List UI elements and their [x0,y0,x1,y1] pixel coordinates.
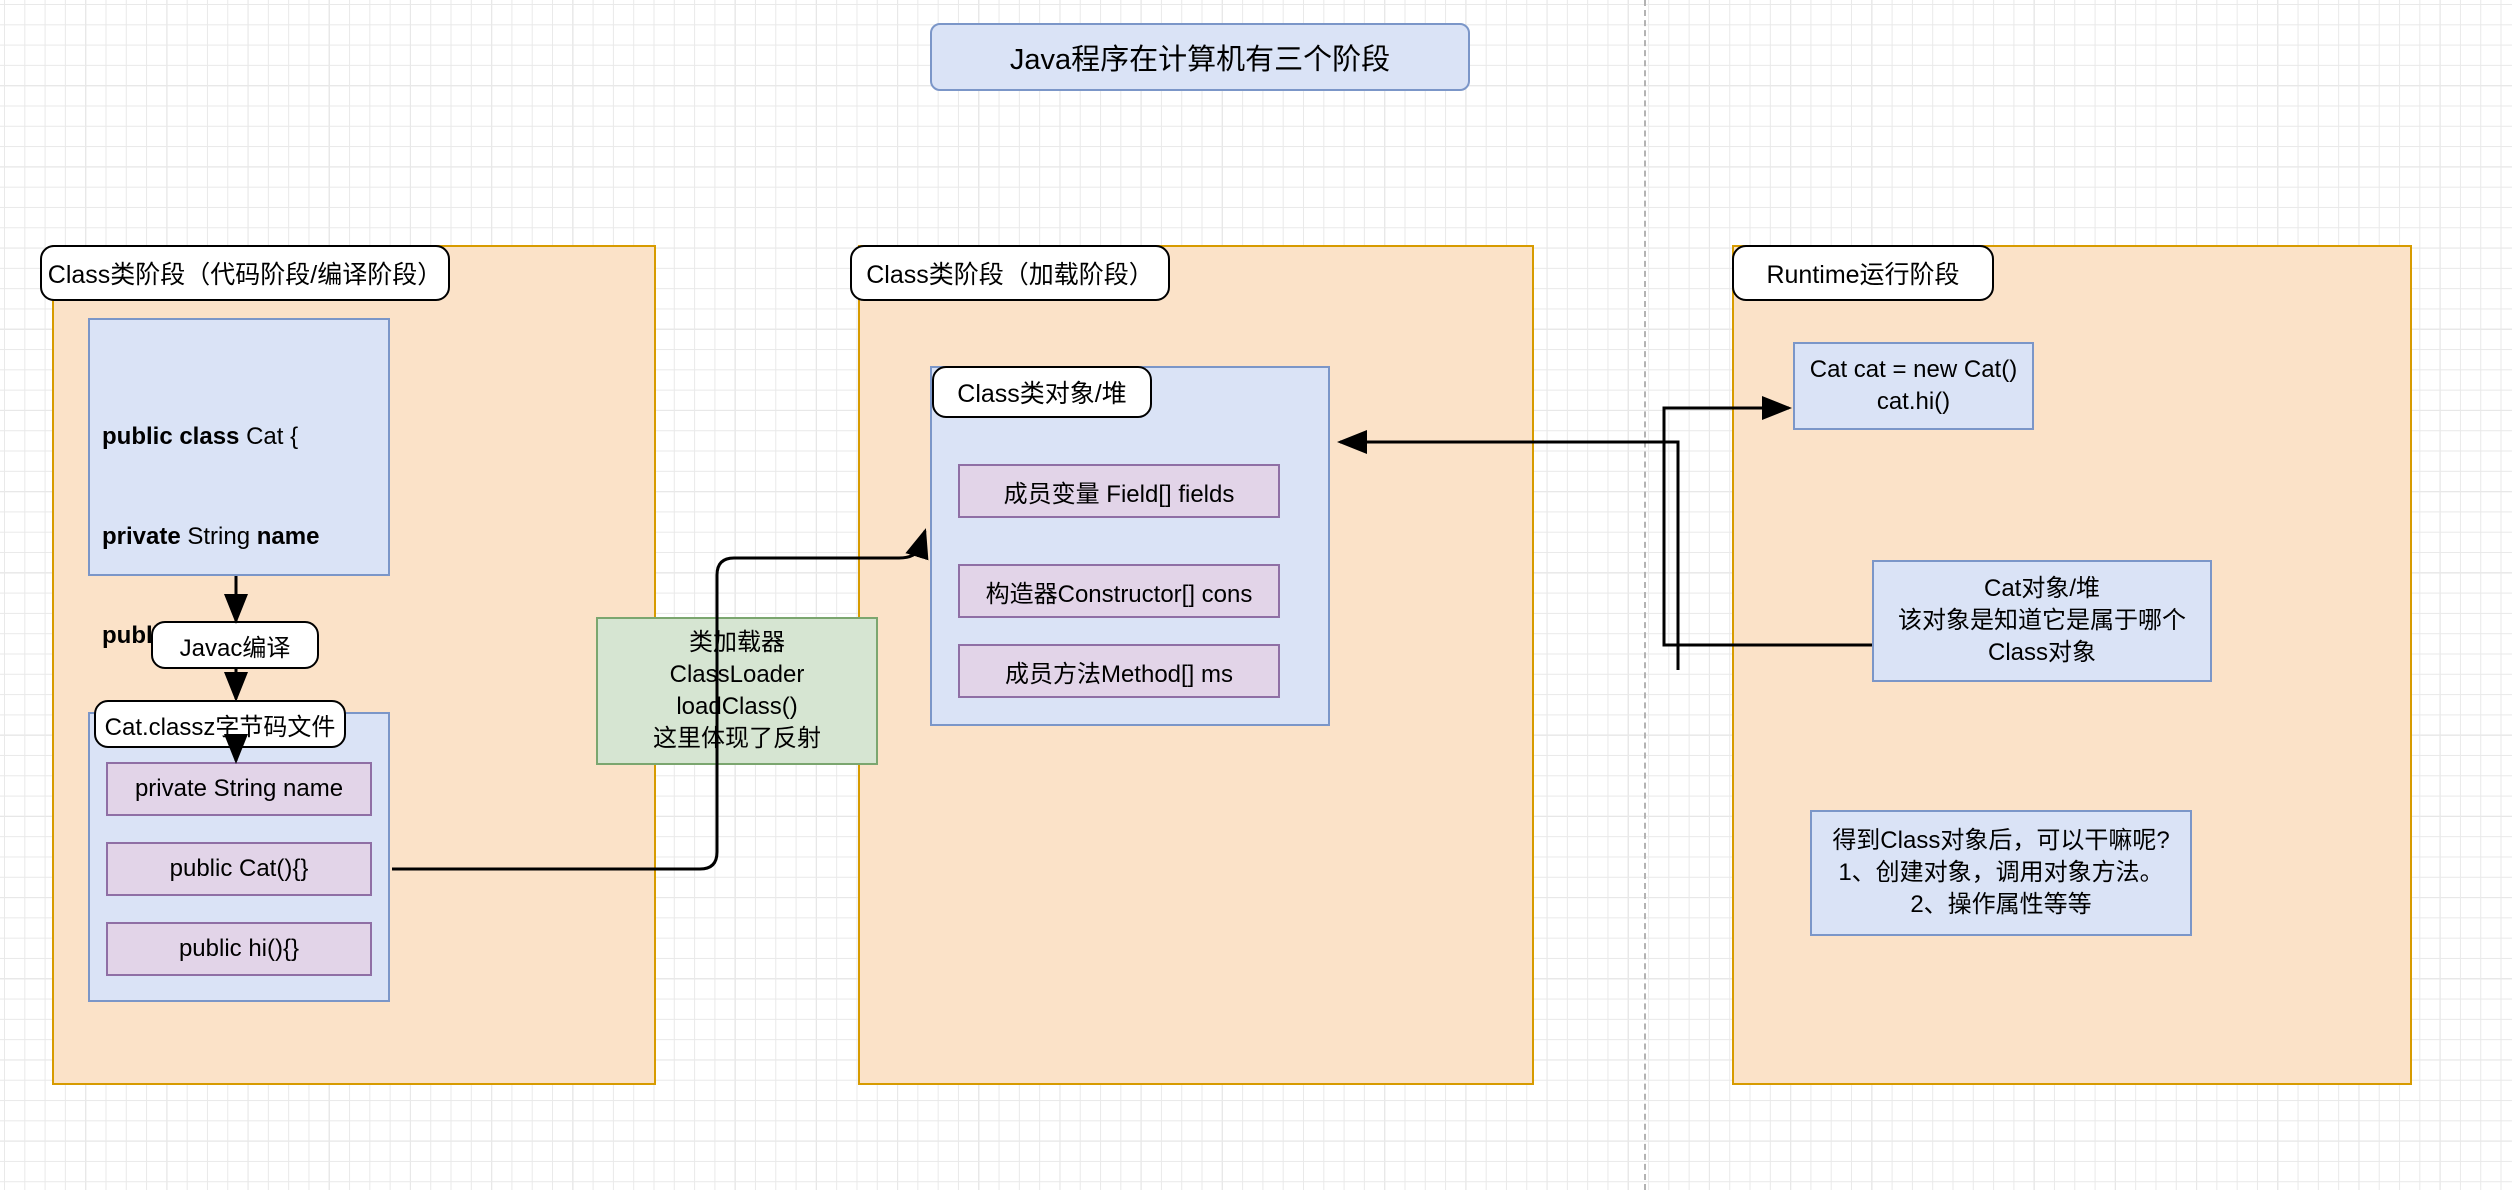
bytecode-member-method: public hi(){} [106,922,372,976]
page-title: Java程序在计算机有三个阶段 [1009,44,1391,76]
stage-header-compile-label: Class类阶段（代码阶段/编译阶段） [47,261,443,289]
class-object-pill: Class类对象/堆 [932,366,1152,418]
classloader-text: 类加载器 ClassLoader loadClass() 这里体现了反射 [653,627,821,756]
class-member-methods: 成员方法Method[] ms [958,644,1280,698]
bytecode-member-field-label: private String name [134,775,344,802]
bytecode-member-constructor-label: public Cat(){} [169,855,309,882]
bytecode-file-label: Cat.classz字节码文件 [104,713,336,741]
class-member-fields: 成员变量 Field[] fields [958,464,1280,518]
class-object-label: Class类对象/堆 [957,380,1127,408]
class-member-constructors: 构造器Constructor[] cons [958,564,1280,618]
cat-object-line: Cat对象/堆 [1983,575,2100,603]
runtime-note-box: 得到Class对象后，可以干嘛呢? 1、创建对象，调用对象方法。 2、操作属性等… [1810,810,2192,936]
diagram-title-box: Java程序在计算机有三个阶段 [930,23,1470,91]
bytecode-member-field: private String name [106,762,372,816]
cat-object-box: Cat对象/堆 该对象是知道它是属于哪个 Class对象 [1872,560,2212,682]
classloader-line: ClassLoader [669,660,805,688]
runtime-note-line: 1、创建对象，调用对象方法。 [1838,859,2164,887]
bytecode-member-constructor: public Cat(){} [106,842,372,896]
source-code-box: public class Cat { private String name p… [88,318,390,848]
new-cat-line: cat.hi() [1876,388,1951,415]
classloader-line: loadClass() [676,693,798,720]
new-cat-box: Cat cat = new Cat() cat.hi() [1793,342,2034,430]
stage-header-loading-label: Class类阶段（加载阶段） [866,261,1154,289]
classloader-line: 类加载器 [689,628,785,656]
class-member-constructors-label: 构造器Constructor[] cons [985,580,1253,608]
class-member-fields-label: 成员变量 Field[] fields [1003,480,1235,508]
code-line: private String name [102,522,320,550]
runtime-note-line: 2、操作属性等等 [1910,890,2092,918]
stage-header-loading: Class类阶段（加载阶段） [850,245,1170,301]
cat-object-text: Cat对象/堆 该对象是知道它是属于哪个 Class对象 [1898,573,2186,668]
javac-step-label: Javac编译 [179,634,291,662]
classloader-line: 这里体现了反射 [653,725,821,753]
new-cat-text: Cat cat = new Cat() cat.hi() [1810,354,2017,417]
stage-header-runtime: Runtime运行阶段 [1732,245,1994,301]
bytecode-member-method-label: public hi(){} [178,935,300,962]
runtime-note-text: 得到Class对象后，可以干嘛呢? 1、创建对象，调用对象方法。 2、操作属性等… [1832,825,2169,920]
stage-header-runtime-label: Runtime运行阶段 [1766,261,1960,289]
code-line: public class Cat { [102,423,299,451]
runtime-note-line: 得到Class对象后，可以干嘛呢? [1832,827,2170,855]
bytecode-file-pill: Cat.classz字节码文件 [94,700,346,748]
new-cat-line: Cat cat = new Cat() [1809,356,2018,384]
cat-object-line: 该对象是知道它是属于哪个 [1898,607,2186,635]
diagram-canvas: Java程序在计算机有三个阶段 Class类阶段（代码阶段/编译阶段） publ… [0,0,2512,1190]
cat-object-line: Class对象 [1987,638,2096,666]
javac-step-pill: Javac编译 [151,621,319,669]
stage-header-compile: Class类阶段（代码阶段/编译阶段） [40,245,450,301]
classloader-box: 类加载器 ClassLoader loadClass() 这里体现了反射 [596,617,878,765]
page-divider [1644,0,1646,1190]
class-member-methods-label: 成员方法Method[] ms [1004,660,1234,688]
